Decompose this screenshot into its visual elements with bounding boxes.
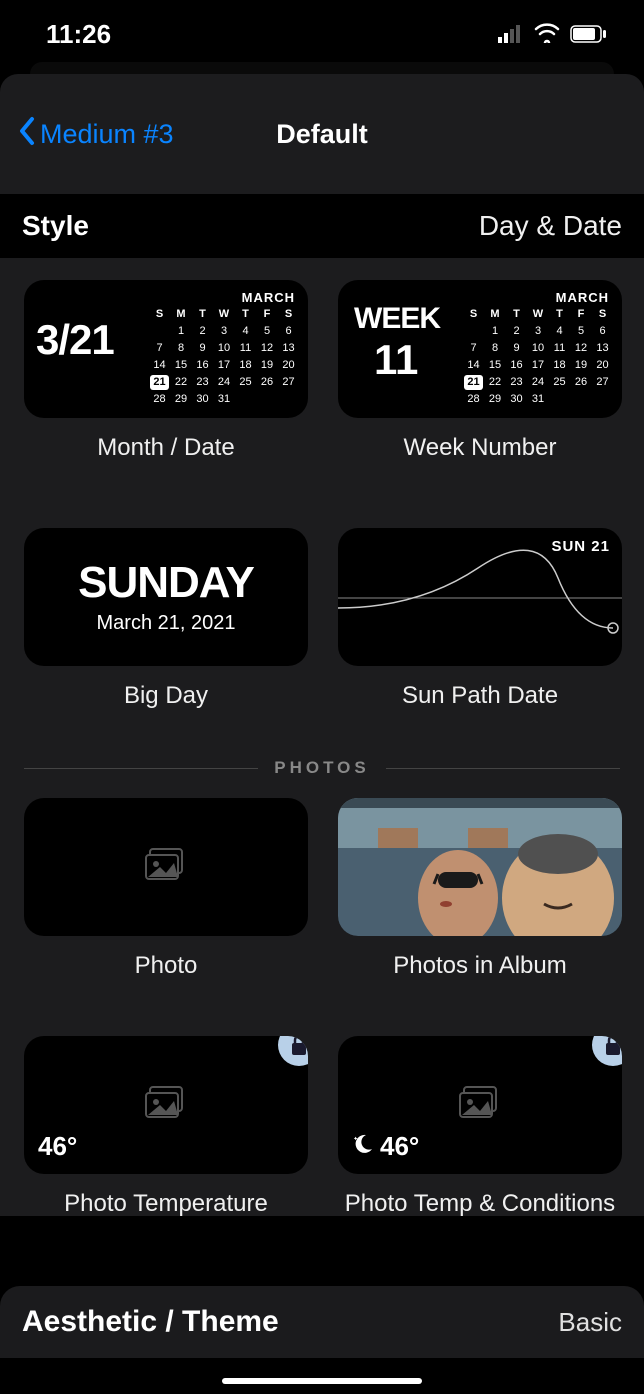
style-row[interactable]: Style Day & Date bbox=[0, 194, 644, 258]
option-week-number[interactable]: WEEK 11 MARCHSMTWTFS12345678910111213141… bbox=[338, 280, 622, 462]
mini-calendar: MARCHSMTWTFS1234567891011121314151617181… bbox=[464, 290, 612, 409]
option-month-date[interactable]: 3/21 MARCHSMTWTFS12345678910111213141516… bbox=[24, 280, 308, 462]
option-label: Week Number bbox=[338, 434, 622, 462]
status-icons bbox=[498, 19, 608, 50]
photo-placeholder-icon bbox=[144, 847, 188, 888]
back-button[interactable]: Medium #3 bbox=[18, 116, 174, 153]
option-photo[interactable]: Photo bbox=[24, 798, 308, 980]
option-label: Photo bbox=[24, 952, 308, 980]
bigday-subtitle: March 21, 2021 bbox=[24, 612, 308, 635]
status-time: 11:26 bbox=[46, 19, 111, 50]
sun-path-curve bbox=[338, 528, 622, 666]
option-photo-temperature[interactable]: 46° Photo Temperature bbox=[24, 1036, 308, 1216]
status-bar: 11:26 bbox=[0, 0, 644, 60]
album-photo-preview bbox=[338, 798, 622, 936]
battery-icon bbox=[570, 19, 608, 50]
aesthetic-value: Basic bbox=[558, 1307, 622, 1338]
bigday-title: SUNDAY bbox=[24, 558, 308, 608]
wifi-icon bbox=[534, 19, 560, 50]
option-label: Month / Date bbox=[24, 434, 308, 462]
home-indicator[interactable] bbox=[222, 1378, 422, 1384]
nav-bar: Medium #3 Default bbox=[0, 74, 644, 194]
lock-icon bbox=[278, 1036, 308, 1066]
mini-calendar: MARCHSMTWTFS1234567891011121314151617181… bbox=[150, 290, 298, 409]
option-label: Photo Temp & Conditions bbox=[338, 1190, 622, 1216]
week-num: 11 bbox=[374, 336, 418, 384]
style-grid-area: 3/21 MARCHSMTWTFS12345678910111213141516… bbox=[0, 258, 644, 1216]
option-label: Sun Path Date bbox=[338, 682, 622, 710]
option-photo-temp-conditions[interactable]: 46° Photo Temp & Conditions bbox=[338, 1036, 622, 1216]
photo-placeholder-icon bbox=[144, 1085, 188, 1126]
option-sun-path[interactable]: SUN 21 Sun Path Date bbox=[338, 528, 622, 710]
back-label: Medium #3 bbox=[40, 119, 174, 150]
style-label: Style bbox=[22, 210, 89, 242]
aesthetic-label: Aesthetic / Theme bbox=[22, 1305, 279, 1339]
chevron-left-icon bbox=[18, 116, 36, 153]
style-value: Day & Date bbox=[479, 210, 622, 242]
option-label: Big Day bbox=[24, 682, 308, 710]
lock-icon bbox=[592, 1036, 622, 1066]
option-photos-in-album[interactable]: Photos in Album bbox=[338, 798, 622, 980]
aesthetic-theme-row[interactable]: Aesthetic / Theme Basic bbox=[0, 1286, 644, 1358]
photo-placeholder-icon bbox=[458, 1085, 502, 1126]
md-big-date: 3/21 bbox=[36, 316, 114, 364]
signal-icon bbox=[498, 19, 524, 50]
temperature-label: 46° bbox=[38, 1131, 77, 1162]
week-label: WEEK bbox=[354, 302, 440, 336]
temperature-label: 46° bbox=[352, 1131, 419, 1162]
option-label: Photo Temperature bbox=[24, 1190, 308, 1216]
section-divider-photos: PHOTOS bbox=[24, 758, 620, 778]
moon-icon bbox=[352, 1131, 374, 1162]
option-big-day[interactable]: SUNDAY March 21, 2021 Big Day bbox=[24, 528, 308, 710]
section-title: PHOTOS bbox=[274, 758, 369, 778]
option-label: Photos in Album bbox=[338, 952, 622, 980]
